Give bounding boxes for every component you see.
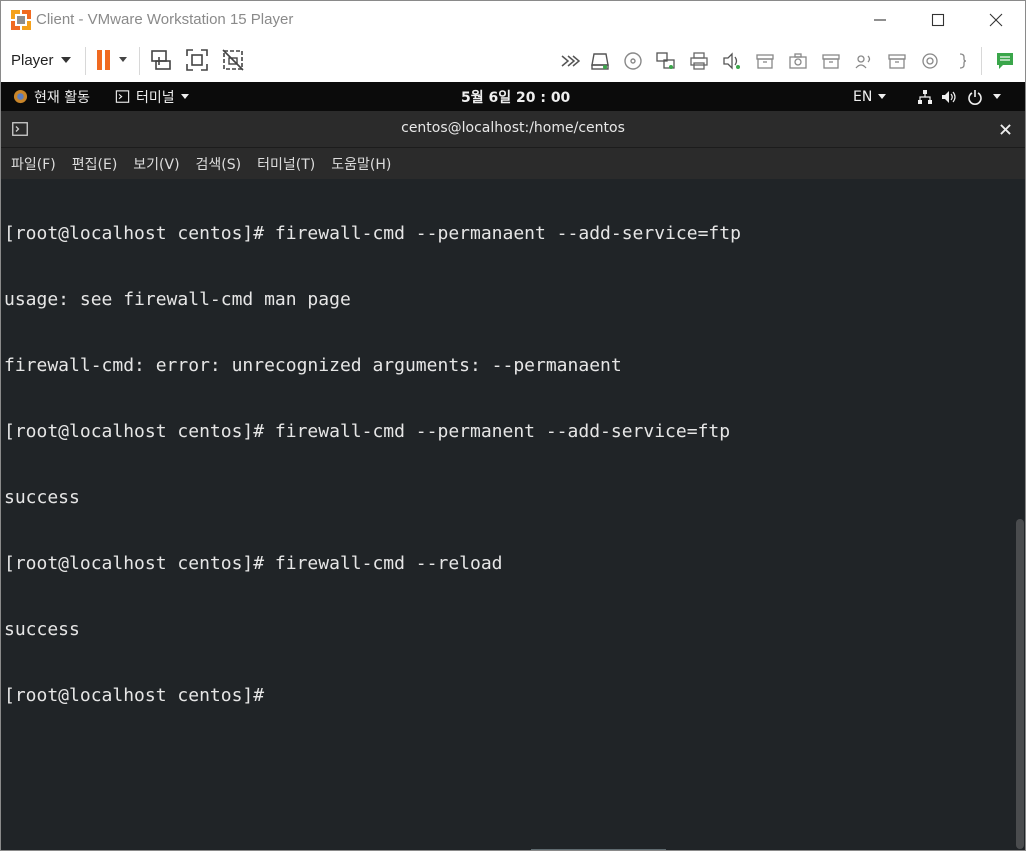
cd-dvd-button[interactable] [620,48,646,74]
terminal-scrollbar[interactable] [1016,519,1024,849]
terminal-icon [115,89,130,103]
terminal-lines: [root@localhost centos]# firewall-cmd --… [4,179,741,751]
close-icon [999,123,1011,135]
menu-view[interactable]: 보기(V) [127,154,185,174]
cd-dvd-icon [624,52,642,70]
usb-device-icon [822,54,840,69]
hard-disk-icon [591,53,609,70]
gnome-logo-icon [13,89,28,104]
usb-device-button[interactable] [752,48,778,74]
camera-icon [789,53,807,69]
floppy-icon [922,53,938,69]
terminal-line: [root@localhost centos]# firewall-cmd --… [4,553,503,574]
player-menu-label: Player [11,51,54,69]
floppy-button[interactable] [917,48,943,74]
hard-disk-button[interactable] [587,48,613,74]
menu-edit[interactable]: 편집(E) [66,154,124,174]
clock-label: 5월 6일 20 : 00 [461,89,571,106]
volume-icon [942,90,956,103]
menu-help[interactable]: 도움말(H) [325,154,397,174]
gnome-top-bar: 현재 활동 터미널 5월 6일 20 : 00 EN [1,82,1025,111]
system-menu-button[interactable] [917,82,1001,111]
language-label: EN [853,88,873,105]
minimize-button[interactable] [851,1,909,39]
bracket-icon [959,53,967,69]
usb-device-icon [756,54,774,69]
vmware-logo-icon [11,10,31,30]
pause-icon [97,50,127,70]
minimize-icon [874,19,886,21]
power-icon [968,89,982,105]
close-icon [989,13,1003,27]
toolbar-divider [139,47,140,75]
pause-button[interactable] [93,45,133,75]
unity-button[interactable] [218,45,248,75]
printer-icon [690,52,708,70]
fast-forward-button[interactable] [557,48,583,74]
terminal-line: success [4,619,80,640]
network-adapter-icon [656,52,675,69]
usb-device-button[interactable] [818,48,844,74]
app-menu-label: 터미널 [136,89,175,106]
language-selector[interactable]: EN [853,82,887,111]
usb-device-icon [888,54,906,69]
sound-card-button[interactable] [719,48,745,74]
activities-button[interactable]: 현재 활동 [13,82,90,111]
bracket-button[interactable] [950,48,976,74]
terminal-prompt-line: [root@localhost centos]# [4,685,265,706]
audio-icon [855,55,871,69]
message-log-icon [997,53,1013,69]
chevron-down-icon [180,94,189,99]
send-ctrl-alt-del-icon [151,50,171,70]
toolbar-divider [981,47,982,75]
send-ctrl-alt-del-button[interactable] [146,45,176,75]
maximize-icon [931,13,945,27]
terminal-line: usage: see firewall-cmd man page [4,289,351,310]
terminal-line: [root@localhost centos]# firewall-cmd --… [4,421,731,442]
terminal-close-button[interactable] [993,117,1017,141]
message-log-button[interactable] [992,48,1018,74]
close-button[interactable] [967,1,1025,39]
maximize-button[interactable] [909,1,967,39]
fast-forward-icon [561,55,580,67]
menu-search[interactable]: 검색(S) [190,154,248,174]
fullscreen-icon [186,49,208,71]
chevron-down-icon [878,94,887,99]
window-title: Client - VMware Workstation 15 Player [36,11,294,28]
terminal-line: firewall-cmd: error: unrecognized argume… [4,355,622,376]
chevron-down-icon [993,94,1001,99]
terminal-menubar: 파일(F) 편집(E) 보기(V) 검색(S) 터미널(T) 도움말(H) [1,148,1025,179]
vmware-toolbar: Player [1,39,1025,82]
terminal-line: success [4,487,80,508]
fullscreen-button[interactable] [182,45,212,75]
unity-icon [222,49,244,71]
player-menu-button[interactable]: Player [11,49,71,71]
audio-button[interactable] [851,48,877,74]
printer-button[interactable] [686,48,712,74]
activities-label: 현재 활동 [34,89,90,106]
usb-device-button[interactable] [884,48,910,74]
vmware-window: Client - VMware Workstation 15 Player Pl… [0,0,1026,851]
network-icon [918,89,932,104]
terminal-line: [root@localhost centos]# firewall-cmd --… [4,223,741,244]
sound-card-icon [723,52,740,70]
clock-button[interactable]: 5월 6일 20 : 00 [461,82,570,111]
title-bar[interactable]: Client - VMware Workstation 15 Player [1,1,1025,39]
terminal-output[interactable]: [root@localhost centos]# firewall-cmd --… [1,179,1025,850]
network-adapter-button[interactable] [653,48,679,74]
terminal-header-bar[interactable]: centos@localhost:/home/centos [1,111,1025,148]
camera-button[interactable] [785,48,811,74]
chevron-down-icon [60,57,71,63]
menu-terminal[interactable]: 터미널(T) [251,154,321,174]
menu-file[interactable]: 파일(F) [5,154,62,174]
terminal-title: centos@localhost:/home/centos [401,120,625,136]
app-menu-button[interactable]: 터미널 [115,82,189,111]
toolbar-divider [85,47,86,75]
